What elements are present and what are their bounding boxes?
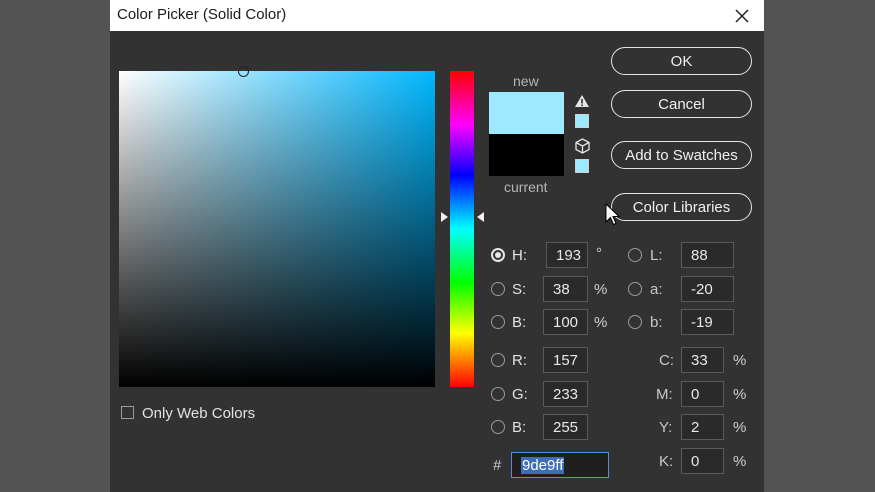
web-safe-color-swatch[interactable] [575, 159, 589, 173]
hue-label: H: [512, 247, 527, 264]
cyan-label: C: [659, 352, 674, 369]
mouse-pointer-icon [605, 203, 621, 226]
gamut-color-swatch[interactable] [575, 114, 589, 128]
saturation-brightness-field[interactable] [119, 66, 435, 387]
hue-radio[interactable] [491, 248, 505, 262]
magenta-unit: % [733, 386, 747, 403]
saturation-input[interactable]: 38 [543, 276, 588, 302]
yellow-input[interactable]: 2 [681, 414, 724, 440]
lab-b-input[interactable]: -19 [681, 309, 734, 335]
window-title: Color Picker (Solid Color) [117, 6, 287, 23]
saturation-radio[interactable] [491, 282, 505, 296]
only-web-colors-checkbox[interactable] [121, 406, 134, 419]
yellow-label: Y: [659, 419, 673, 436]
lab-b-label: b: [650, 314, 663, 331]
hex-input[interactable]: 9de9ff [511, 452, 609, 478]
red-label: R: [512, 352, 527, 369]
close-icon [735, 8, 749, 23]
cancel-button[interactable]: Cancel [611, 90, 752, 118]
current-color-swatch[interactable] [489, 134, 564, 176]
new-color-swatch [489, 92, 564, 134]
warning-triangle-icon[interactable] [574, 94, 590, 108]
green-input[interactable]: 233 [543, 381, 588, 407]
cube-icon[interactable] [575, 138, 590, 154]
saturation-unit: % [594, 281, 608, 298]
title-bar: Color Picker (Solid Color) [110, 0, 764, 31]
hue-slider[interactable] [450, 71, 474, 387]
hue-input[interactable]: 193 [546, 242, 588, 268]
add-to-swatches-button[interactable]: Add to Swatches [611, 141, 752, 169]
blue-radio[interactable] [491, 420, 505, 434]
lab-l-radio[interactable] [628, 248, 642, 262]
lab-l-label: L: [650, 247, 663, 264]
hue-slider-handle-left[interactable] [441, 212, 448, 222]
blue-label: B: [512, 419, 527, 436]
blue-input[interactable]: 255 [543, 414, 588, 440]
magenta-label: M: [656, 386, 673, 403]
lab-b-radio[interactable] [628, 315, 642, 329]
black-input[interactable]: 0 [681, 448, 724, 474]
brightness-input[interactable]: 100 [543, 309, 588, 335]
green-label: G: [512, 386, 528, 403]
close-button[interactable] [720, 0, 764, 31]
saturation-label: S: [512, 281, 527, 298]
lab-l-input[interactable]: 88 [681, 242, 734, 268]
green-radio[interactable] [491, 387, 505, 401]
cyan-unit: % [733, 352, 747, 369]
hex-label: # [493, 457, 502, 474]
color-field-handle[interactable] [238, 66, 249, 77]
yellow-unit: % [733, 419, 747, 436]
lab-a-label: a: [650, 281, 663, 298]
brightness-radio[interactable] [491, 315, 505, 329]
new-color-label: new [513, 73, 539, 89]
lab-a-radio[interactable] [628, 282, 642, 296]
black-unit: % [733, 453, 747, 470]
red-input[interactable]: 157 [543, 347, 588, 373]
brightness-unit: % [594, 314, 608, 331]
ok-button[interactable]: OK [611, 47, 752, 75]
hue-slider-handle-right[interactable] [477, 212, 484, 222]
cyan-input[interactable]: 33 [681, 347, 724, 373]
lab-a-input[interactable]: -20 [681, 276, 734, 302]
brightness-label: B: [512, 314, 527, 331]
magenta-input[interactable]: 0 [681, 381, 724, 407]
hue-unit: ° [596, 245, 602, 262]
hex-value: 9de9ff [521, 456, 565, 474]
color-picker-dialog: Color Picker (Solid Color) new current O… [110, 0, 764, 492]
red-radio[interactable] [491, 353, 505, 367]
color-libraries-button[interactable]: Color Libraries [611, 193, 752, 221]
current-color-label: current [504, 179, 548, 195]
only-web-colors-label: Only Web Colors [142, 405, 256, 422]
black-label: K: [659, 453, 674, 470]
